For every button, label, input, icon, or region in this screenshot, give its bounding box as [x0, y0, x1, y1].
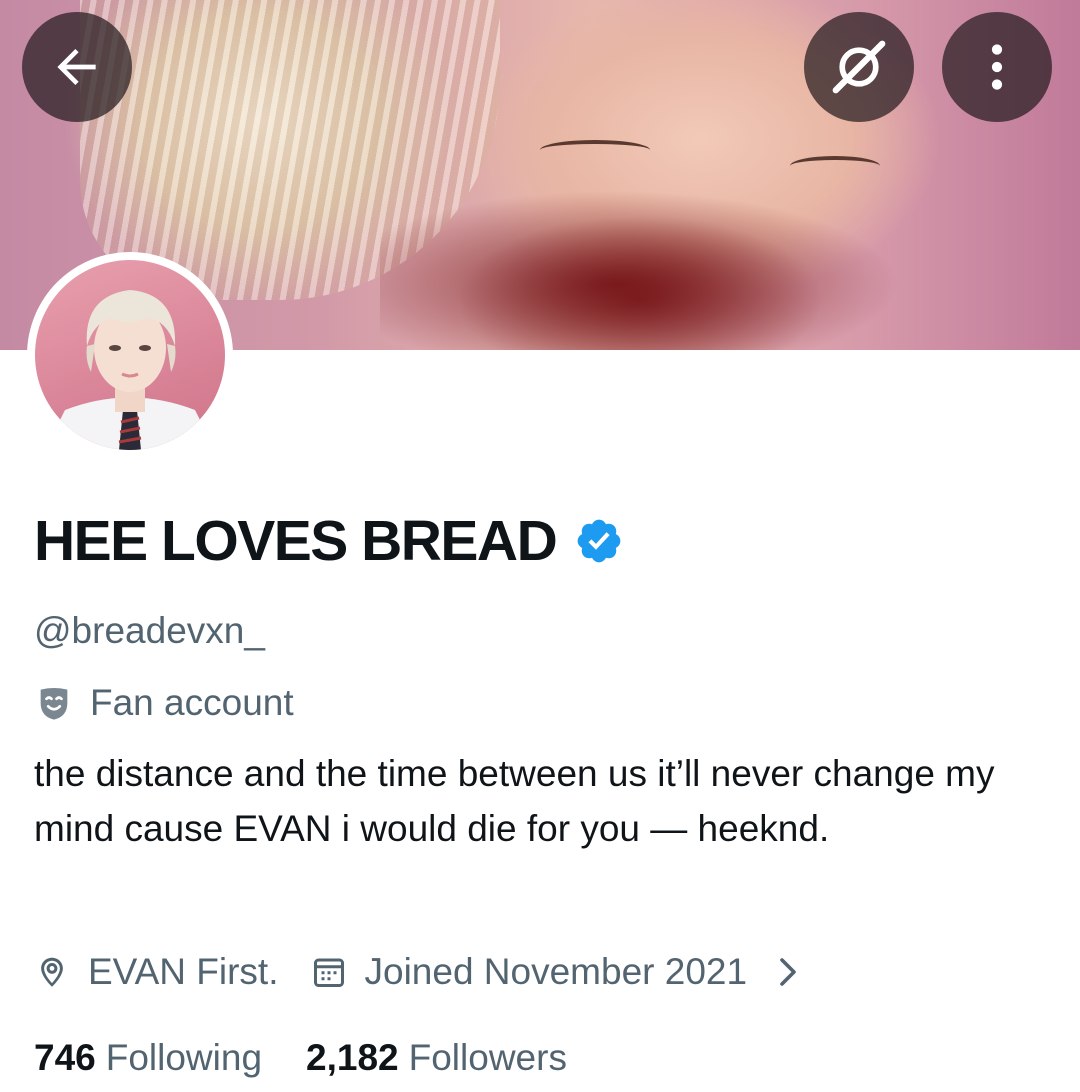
profile-stats: 746 Following 2,182 Followers [34, 1032, 567, 1084]
grok-icon [832, 40, 886, 94]
banner-shadow [380, 190, 900, 350]
avatar[interactable] [27, 252, 233, 458]
avatar-portrait [45, 290, 215, 450]
location-text: EVAN First. [88, 951, 279, 992]
profile-bio: the distance and the time between us it’… [34, 753, 995, 849]
following-label: Following [105, 1037, 263, 1078]
following-link[interactable]: 746 Following [34, 1032, 262, 1084]
banner-eye-right [790, 156, 880, 176]
display-name-row: HEE LOVES BREAD [34, 506, 624, 576]
following-count: 746 [34, 1037, 96, 1078]
back-button[interactable] [22, 12, 132, 122]
calendar-icon [311, 954, 347, 990]
joined-text: Joined November 2021 [364, 951, 748, 992]
more-vertical-icon [991, 44, 1003, 90]
followers-count: 2,182 [306, 1037, 399, 1078]
chevron-right-icon [773, 954, 803, 990]
location-item: EVAN First. [34, 946, 279, 998]
banner-eye-left [540, 140, 650, 160]
profile-meta-row: EVAN First. Joined November 2021 [34, 946, 803, 998]
profile-category: Fan account [34, 678, 294, 728]
display-name: HEE LOVES BREAD [34, 509, 558, 573]
verified-badge-icon[interactable] [574, 516, 624, 566]
joined-item[interactable]: Joined November 2021 [311, 946, 804, 998]
category-label: Fan account [90, 682, 294, 723]
avatar-photo [35, 260, 225, 450]
followers-link[interactable]: 2,182 Followers [306, 1032, 567, 1084]
arrow-left-icon [57, 49, 96, 85]
username-handle: @breadevxn_ [34, 610, 265, 651]
theater-mask-icon [40, 688, 68, 720]
more-options-button[interactable] [942, 12, 1052, 122]
grok-button[interactable] [804, 12, 914, 122]
followers-label: Followers [408, 1037, 567, 1078]
location-pin-icon [34, 954, 70, 990]
